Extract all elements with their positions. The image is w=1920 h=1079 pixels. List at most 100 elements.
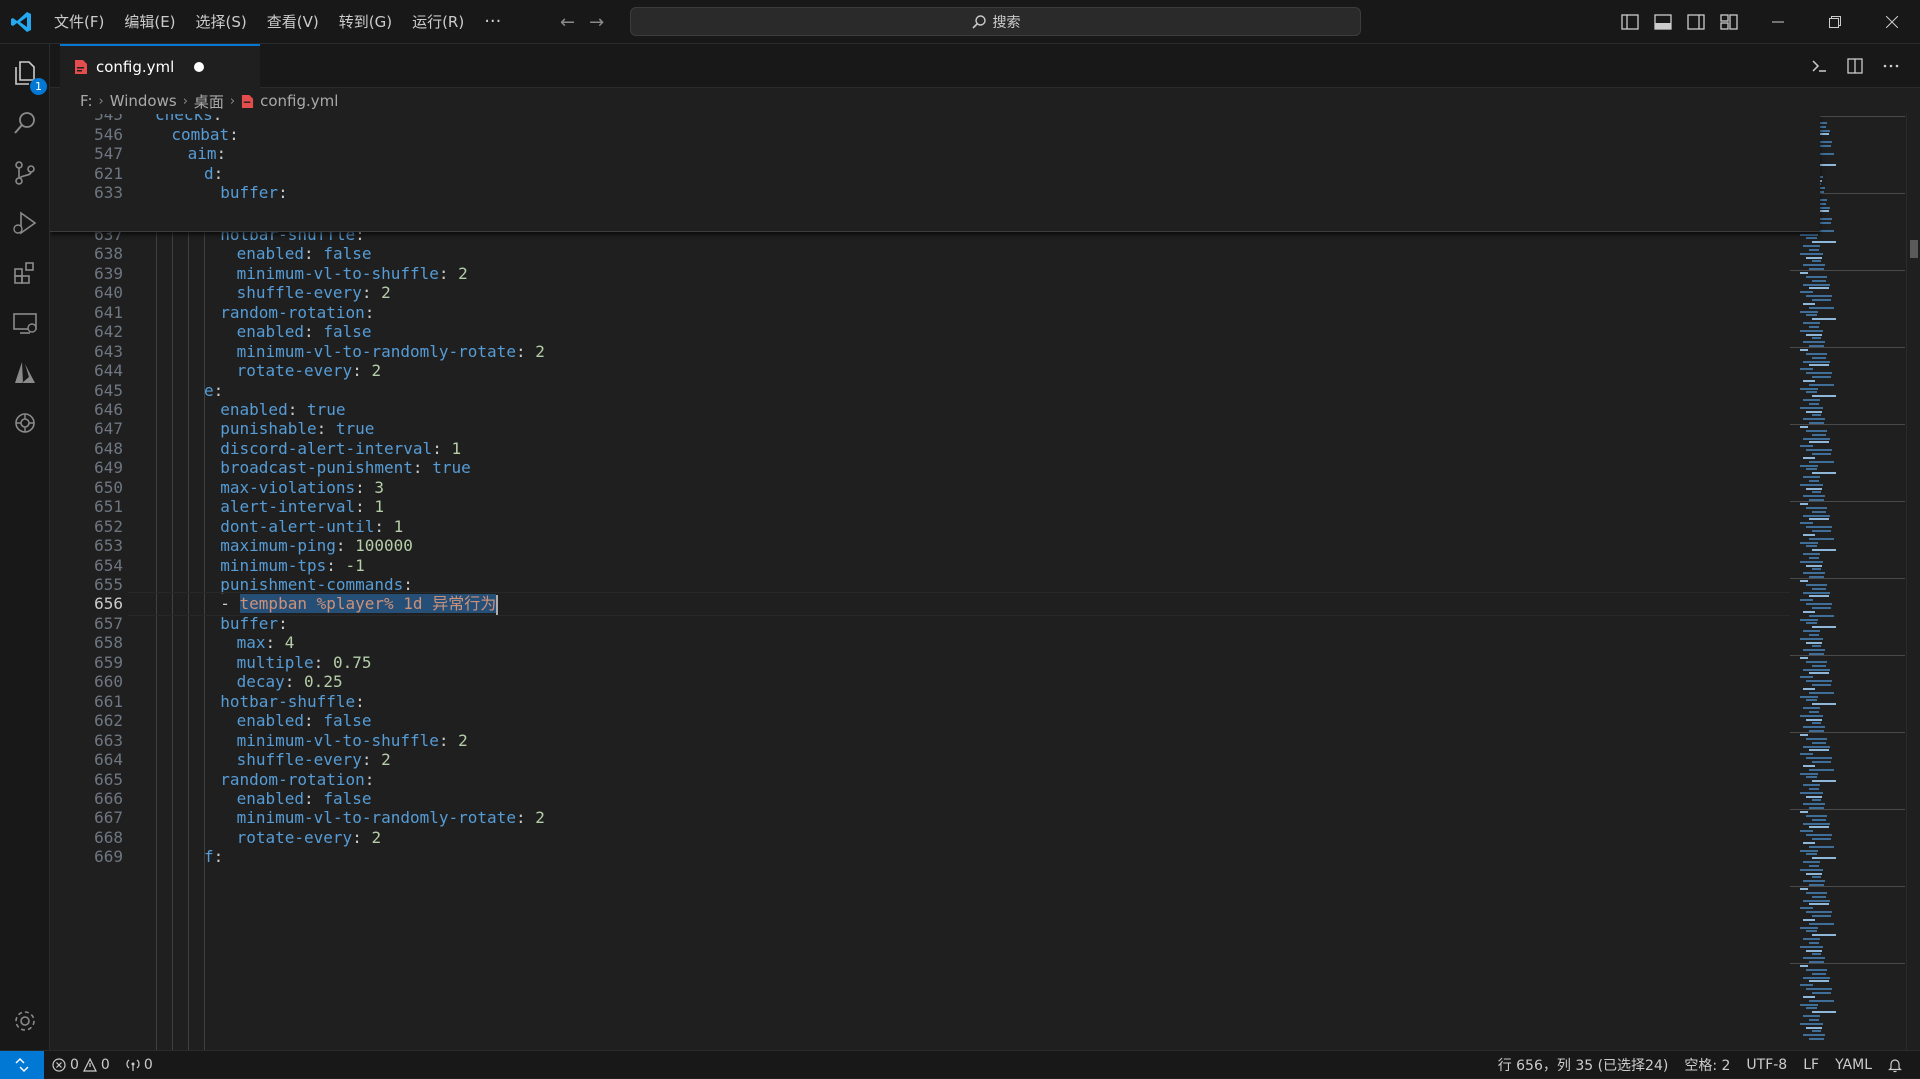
menu-go[interactable]: 转到(G) bbox=[329, 0, 402, 44]
terminal-icon[interactable] bbox=[1810, 57, 1828, 75]
minimap-line bbox=[1803, 841, 1815, 844]
minimap-line bbox=[1803, 668, 1830, 671]
minimap-line bbox=[1812, 645, 1821, 648]
cursor-position[interactable]: 行 656，列 35 (已选择24) bbox=[1490, 1055, 1677, 1075]
minimap[interactable] bbox=[1790, 114, 1905, 1050]
activity-manage[interactable] bbox=[0, 996, 50, 1046]
yaml-key: enabled bbox=[236, 322, 305, 342]
minimap-line bbox=[1812, 298, 1831, 301]
minimap-line bbox=[1809, 364, 1829, 367]
minimap-line bbox=[1812, 876, 1821, 879]
notifications-button[interactable] bbox=[1880, 1057, 1910, 1073]
breadcrumb-drive[interactable]: F: bbox=[80, 92, 93, 110]
yaml-value: 4 bbox=[284, 633, 295, 653]
menu-file[interactable]: 文件(F) bbox=[44, 0, 114, 44]
customize-layout-icon[interactable] bbox=[1719, 12, 1739, 32]
minimap-line bbox=[1800, 618, 1818, 621]
menu-run[interactable]: 运行(R) bbox=[402, 0, 474, 44]
menu-more-button[interactable]: ··· bbox=[474, 2, 511, 42]
minimap-section-divider bbox=[1790, 270, 1905, 271]
split-editor-icon[interactable] bbox=[1846, 57, 1864, 75]
activity-extensions[interactable] bbox=[0, 248, 50, 298]
selected-value: tempban %player% 1d 异常行为 bbox=[239, 594, 497, 614]
end-of-line[interactable]: LF bbox=[1795, 1057, 1827, 1073]
minimap-line bbox=[1803, 822, 1830, 825]
minimap-line bbox=[1806, 757, 1832, 760]
toggle-primary-sidebar-icon[interactable] bbox=[1620, 12, 1640, 32]
warning-icon bbox=[82, 1057, 97, 1072]
activity-source-control[interactable] bbox=[0, 148, 50, 198]
title-bar: 文件(F) 编辑(E) 选择(S) 查看(V) 转到(G) 运行(R) ··· … bbox=[0, 0, 1920, 44]
command-center-search[interactable]: 搜索 bbox=[630, 7, 1361, 36]
activity-remote-explorer[interactable] bbox=[0, 298, 50, 348]
activity-ai-chat[interactable] bbox=[0, 398, 50, 448]
minimap-line bbox=[1809, 710, 1819, 713]
minimap-line bbox=[1803, 957, 1825, 960]
activity-azure[interactable] bbox=[0, 348, 50, 398]
activity-run-debug[interactable] bbox=[0, 198, 50, 248]
bell-icon bbox=[1888, 1059, 1902, 1073]
minimap-line bbox=[1806, 410, 1822, 413]
menu-edit[interactable]: 编辑(E) bbox=[114, 0, 185, 44]
minimap-section-divider bbox=[1790, 886, 1905, 887]
activity-explorer[interactable]: 1 bbox=[0, 48, 50, 98]
minimap-line bbox=[1800, 734, 1808, 736]
minimap-line bbox=[1800, 329, 1823, 332]
remote-indicator[interactable] bbox=[0, 1050, 44, 1079]
ports-indicator[interactable]: 0 bbox=[118, 1057, 161, 1073]
activity-search[interactable] bbox=[0, 98, 50, 148]
minimap-line bbox=[1812, 664, 1826, 667]
chevron-right-icon: › bbox=[229, 93, 236, 109]
minimap-line bbox=[1809, 248, 1819, 251]
minimap-line bbox=[1809, 980, 1829, 983]
list-dash: - bbox=[220, 594, 240, 614]
breadcrumb-folder-windows[interactable]: Windows bbox=[110, 92, 177, 110]
minimap-line bbox=[1812, 510, 1826, 513]
minimap-line bbox=[1803, 649, 1825, 652]
minimap-line bbox=[1800, 830, 1813, 833]
minimap-line bbox=[1800, 445, 1813, 448]
yaml-key: random-rotation bbox=[220, 302, 365, 322]
tab-config-yml[interactable]: config.yml bbox=[60, 44, 260, 88]
yaml-key: buffer bbox=[220, 613, 279, 633]
problems-indicator[interactable]: 0 0 bbox=[44, 1057, 118, 1073]
minimap-line bbox=[1806, 949, 1822, 952]
encoding[interactable]: UTF-8 bbox=[1738, 1057, 1795, 1073]
minimap-line bbox=[1803, 745, 1830, 748]
minimap-line bbox=[1812, 799, 1821, 802]
minimap-section-divider bbox=[1790, 963, 1905, 964]
restore-button[interactable] bbox=[1806, 0, 1863, 44]
vertical-scrollbar[interactable] bbox=[1906, 114, 1920, 1050]
more-actions-icon[interactable] bbox=[1882, 57, 1900, 75]
toggle-secondary-sidebar-icon[interactable] bbox=[1686, 12, 1706, 32]
breadcrumb-folder-desktop[interactable]: 桌面 bbox=[194, 91, 224, 112]
close-button[interactable] bbox=[1863, 0, 1920, 44]
yaml-key: e bbox=[203, 380, 214, 400]
back-arrow-icon[interactable]: ← bbox=[560, 12, 575, 33]
minimap-line bbox=[1806, 680, 1832, 683]
menu-selection[interactable]: 选择(S) bbox=[186, 0, 257, 44]
code-editor[interactable]: 545 checks: 546 combat: 547 aim: 621 d: 633 buffe… bbox=[50, 114, 1870, 1050]
yaml-colon: : bbox=[229, 124, 239, 144]
scrollbar-thumb[interactable] bbox=[1910, 240, 1918, 258]
breadcrumb-file[interactable]: config.yml bbox=[260, 92, 338, 110]
minimize-button[interactable] bbox=[1749, 0, 1806, 44]
language-mode[interactable]: YAML bbox=[1827, 1057, 1880, 1073]
minimap-line bbox=[1812, 414, 1821, 417]
yaml-value: 3 bbox=[374, 477, 385, 497]
activity-bar: 1 bbox=[0, 44, 50, 1050]
minimap-line bbox=[1806, 776, 1817, 779]
minimap-line bbox=[1806, 814, 1827, 817]
yaml-key: max bbox=[236, 633, 266, 653]
toggle-panel-icon[interactable] bbox=[1653, 12, 1673, 32]
yaml-key: random-rotation bbox=[220, 769, 365, 789]
indentation[interactable]: 空格: 2 bbox=[1676, 1055, 1738, 1075]
minimap-line bbox=[1806, 429, 1827, 432]
minimap-line bbox=[1812, 279, 1826, 282]
unsaved-dot-icon[interactable] bbox=[194, 62, 205, 72]
minimap-line bbox=[1806, 526, 1832, 529]
forward-arrow-icon[interactable]: → bbox=[589, 12, 604, 33]
yaml-colon: : bbox=[316, 419, 327, 439]
window-controls bbox=[1749, 0, 1920, 44]
menu-view[interactable]: 查看(V) bbox=[257, 0, 329, 44]
